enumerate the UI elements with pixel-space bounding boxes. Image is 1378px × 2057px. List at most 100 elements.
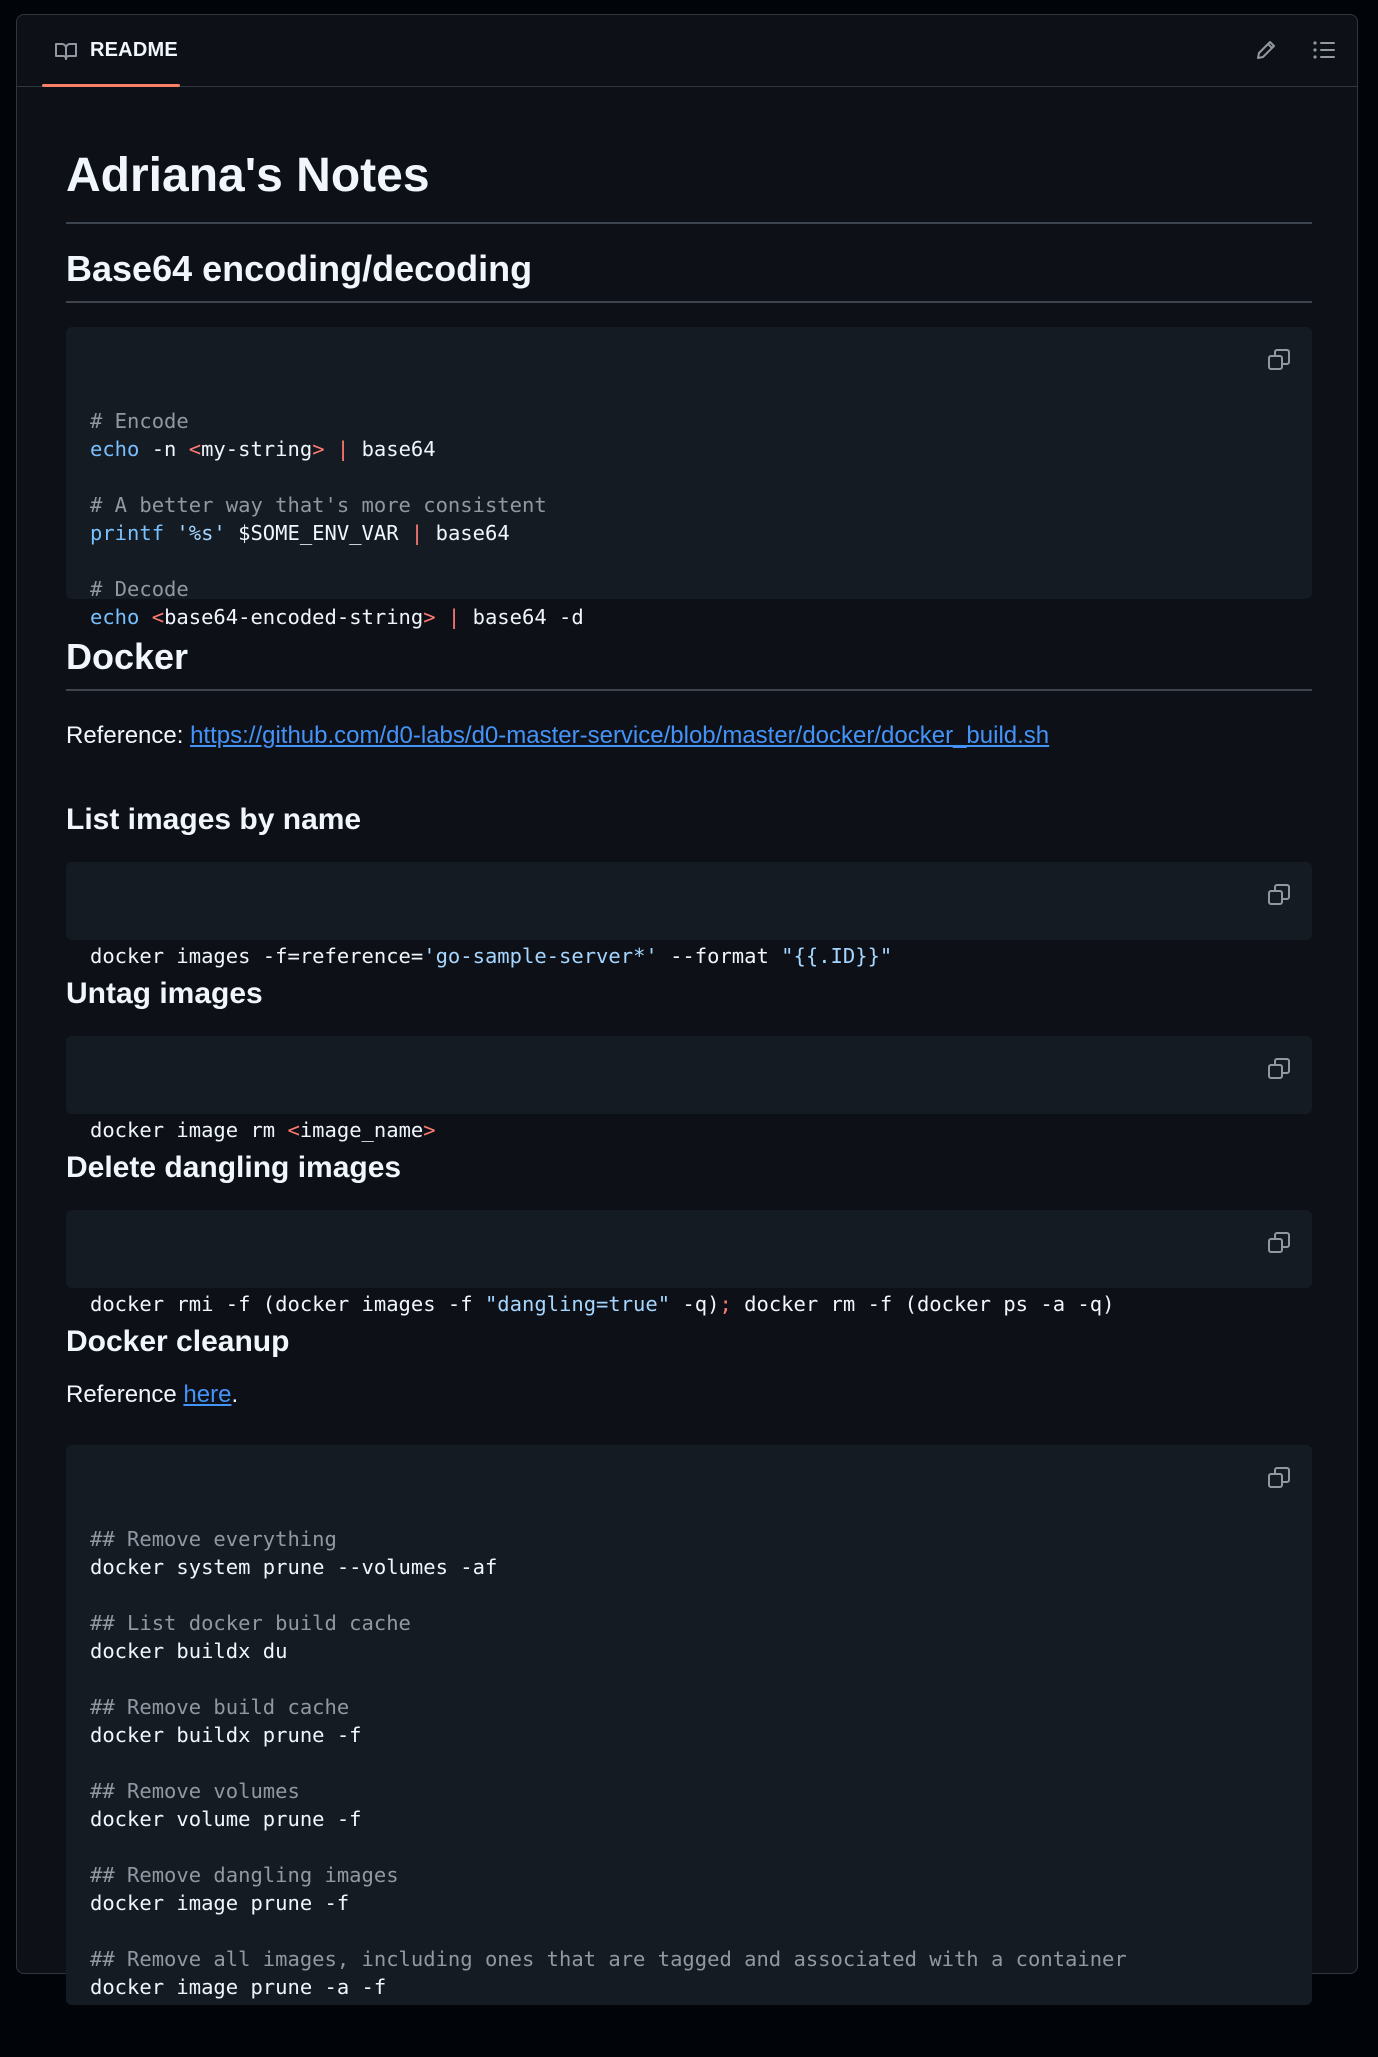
code-comment: # Encode <box>90 409 189 433</box>
list-icon[interactable] <box>1311 37 1337 63</box>
code-text: base64-encoded-string <box>164 605 424 629</box>
tab-label: README <box>90 39 178 61</box>
code-text: -n <box>139 437 189 461</box>
copy-icon[interactable] <box>1264 1463 1294 1493</box>
code-line: echo <base64-encoded-string> | base64 -d <box>90 603 1288 631</box>
code-text: docker rmi -f (docker images -f <box>90 1292 485 1316</box>
code-line: docker buildx prune -f <box>90 1721 1288 1749</box>
copy-icon[interactable] <box>1264 1054 1294 1084</box>
code-comment: ## Remove all images, including ones tha… <box>90 1947 1127 1971</box>
code-operator: > <box>423 1118 436 1142</box>
code-block-dangling: docker rmi -f (docker images -f "danglin… <box>66 1210 1312 1316</box>
code-line: printf '%s' $SOME_ENV_VAR | base64 <box>90 519 1288 547</box>
code-line: ## Remove everything <box>90 1525 1288 1553</box>
reference-end: . <box>231 1381 239 1408</box>
heading-base64: Base64 encoding/decoding <box>66 248 533 289</box>
code-operator: < <box>188 437 202 461</box>
copy-icon[interactable] <box>1264 1228 1294 1258</box>
code-text: -q) <box>670 1292 720 1316</box>
code-string: '%s' <box>176 521 226 545</box>
code-block-untag: docker image rm <image_name> <box>66 1036 1312 1142</box>
code-text: docker buildx prune -f <box>90 1723 362 1747</box>
code-text: my-string <box>201 437 313 461</box>
heading-docker: Docker <box>66 636 189 677</box>
code-line: ## Remove volumes <box>90 1777 1288 1805</box>
code-keyword: printf <box>90 521 165 545</box>
code-line: docker buildx du <box>90 1637 1288 1665</box>
code-comment: ## Remove volumes <box>90 1779 300 1803</box>
code-string: "dangling=true" <box>484 1292 671 1316</box>
code-comment: # Decode <box>90 577 189 601</box>
code-text: image_name <box>299 1118 424 1142</box>
code-text: docker buildx du <box>90 1639 288 1663</box>
heading-docker-cleanup: Docker cleanup <box>66 1325 290 1358</box>
code-line: ## List docker build cache <box>90 1609 1288 1637</box>
code-operator: | <box>410 521 424 545</box>
readme-panel: README Adriana's Notes Base64 encoding/d… <box>16 14 1358 2005</box>
cleanup-reference: Reference here. <box>66 1381 238 1409</box>
code-operator: < <box>287 1118 300 1142</box>
tab-readme[interactable]: README <box>30 15 180 87</box>
book-icon <box>54 41 78 61</box>
docker-reference-link[interactable]: https://github.com/d0-labs/d0-master-ser… <box>190 722 1049 749</box>
reference-label: Reference: <box>66 722 191 749</box>
readme-header: README <box>17 15 1357 87</box>
heading-untag-images: Untag images <box>66 977 263 1010</box>
code-keyword: echo <box>90 437 140 461</box>
code-string: "{{.ID}}" <box>781 944 893 968</box>
code-line: docker volume prune -f <box>90 1805 1288 1833</box>
code-operator: > <box>423 605 436 629</box>
code-block-cleanup: ## Remove everything docker system prune … <box>66 1445 1312 2005</box>
code-text: docker image prune -f <box>90 1891 350 1915</box>
code-line: docker system prune --volumes -af <box>90 1553 1288 1581</box>
code-operator: | <box>324 437 362 461</box>
divider <box>66 689 1312 691</box>
code-line: ## Remove all images, including ones tha… <box>90 1945 1288 1973</box>
cleanup-reference-link[interactable]: here <box>183 1381 231 1408</box>
code-text: docker rm -f (docker ps -a -q) <box>731 1292 1115 1316</box>
code-operator: ; <box>719 1292 732 1316</box>
code-text: docker system prune --volumes -af <box>90 1555 498 1579</box>
divider <box>66 301 1312 303</box>
code-line: docker image prune -a -f <box>90 1973 1288 2001</box>
code-operator: | <box>435 605 473 629</box>
code-text: docker images -f=reference= <box>90 944 424 968</box>
code-line: # Encode <box>90 407 1288 435</box>
pencil-icon[interactable] <box>1253 37 1279 63</box>
code-text: docker image rm <box>90 1118 288 1142</box>
copy-icon[interactable] <box>1264 880 1294 910</box>
copy-icon[interactable] <box>1264 345 1294 375</box>
page-title: Adriana's Notes <box>66 149 430 202</box>
code-line: ## Remove build cache <box>90 1693 1288 1721</box>
code-block-base64: # Encode echo -n <my-string> | base64 # A … <box>66 327 1312 629</box>
code-comment: ## Remove build cache <box>90 1695 350 1719</box>
code-comment: ## List docker build cache <box>90 1611 411 1635</box>
code-text: base64 -d <box>472 605 584 629</box>
code-text: base64 <box>361 437 436 461</box>
code-operator: < <box>151 605 165 629</box>
reference-label: Reference <box>66 1381 184 1408</box>
code-text: base64 <box>423 521 510 545</box>
heading-delete-dangling: Delete dangling images <box>66 1151 402 1184</box>
code-text: --format <box>657 944 782 968</box>
code-text: docker volume prune -f <box>90 1807 362 1831</box>
code-string: 'go-sample-server*' <box>423 944 658 968</box>
divider <box>66 222 1312 224</box>
heading-list-images: List images by name <box>66 803 362 836</box>
code-line: # Decode <box>90 575 1288 603</box>
code-line: echo -n <my-string> | base64 <box>90 435 1288 463</box>
code-operator: > <box>312 437 325 461</box>
code-comment: ## Remove everything <box>90 1527 337 1551</box>
code-text: $SOME_ENV_VAR <box>225 521 411 545</box>
code-comment: # A better way that's more consistent <box>90 493 547 517</box>
docker-reference: Reference: https://github.com/d0-labs/d0… <box>66 722 1049 750</box>
